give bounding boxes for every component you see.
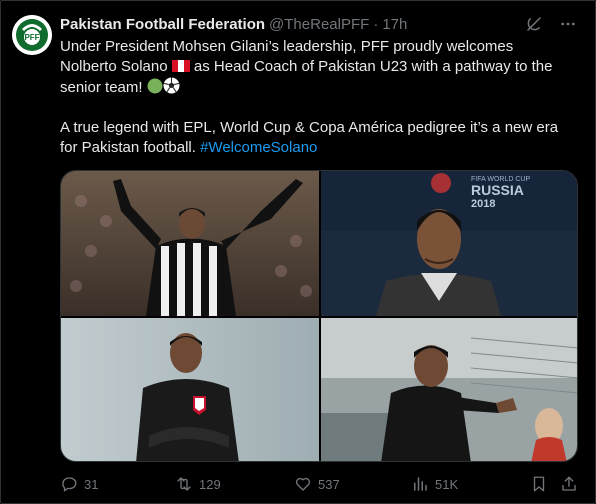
- views-count: 51K: [435, 476, 459, 492]
- photo-3-image: [61, 318, 319, 461]
- header-icons: [524, 14, 578, 34]
- photo-4-image: [321, 318, 577, 461]
- media-grid: FIFA WORLD CUP RUSSIA 2018: [60, 170, 578, 462]
- avatar-text: PFF: [24, 33, 39, 42]
- views-button[interactable]: 51K: [411, 475, 458, 493]
- photo-3[interactable]: [61, 318, 319, 461]
- heart-icon: [295, 477, 311, 491]
- tweet-header: Pakistan Football Federation @TheRealPFF…: [60, 14, 572, 34]
- text-line-5: for Pakistan football. #WelcomeSolano: [60, 139, 318, 156]
- reply-button[interactable]: 31: [60, 475, 98, 493]
- tweet-text: Under President Mohsen Gilani’s leadersh…: [60, 37, 580, 158]
- green-circle-icon: [147, 78, 163, 94]
- author-name[interactable]: Pakistan Football Federation: [60, 16, 265, 33]
- author-handle[interactable]: @TheRealPFF: [269, 16, 369, 33]
- like-button[interactable]: 537: [294, 475, 340, 493]
- bookmark-button[interactable]: [530, 475, 548, 493]
- banner-main-text: RUSSIA: [471, 182, 524, 198]
- share-button[interactable]: [560, 475, 578, 493]
- repost-icon: [177, 477, 191, 491]
- photo-2[interactable]: FIFA WORLD CUP RUSSIA 2018: [321, 171, 577, 316]
- repost-count: 129: [199, 476, 221, 492]
- share-icon: [562, 476, 576, 491]
- soccer-ball-icon: [163, 77, 180, 94]
- photo-1-image: [61, 171, 319, 316]
- tweet-time[interactable]: 17h: [382, 16, 407, 33]
- separator-dot: ·: [373, 15, 379, 33]
- photo-4[interactable]: [321, 318, 577, 461]
- more-options-icon[interactable]: [558, 14, 578, 34]
- bookmark-icon: [533, 476, 545, 492]
- hashtag-link[interactable]: #WelcomeSolano: [200, 139, 317, 156]
- text-line-2: Nolberto Solano as Head Coach of Pakista…: [60, 58, 553, 75]
- reply-icon: [62, 477, 77, 492]
- like-count: 537: [318, 476, 340, 492]
- text-line-4: A true legend with EPL, World Cup & Copa…: [60, 119, 559, 136]
- photo-1[interactable]: [61, 171, 319, 316]
- photo-2-image: FIFA WORLD CUP RUSSIA 2018: [321, 171, 577, 316]
- pff-logo-icon: PFF: [12, 15, 52, 55]
- text-line-1: Under President Mohsen Gilani’s leadersh…: [60, 38, 514, 55]
- views-chart-icon: [414, 477, 427, 491]
- text-line-3: senior team!: [60, 77, 580, 98]
- peru-flag-icon: [171, 60, 190, 72]
- banner-year-text: 2018: [471, 198, 495, 210]
- reply-count: 31: [84, 476, 99, 492]
- action-bar: 31 129 537 51K: [60, 472, 580, 496]
- repost-button[interactable]: 129: [175, 475, 221, 493]
- grok-icon[interactable]: [524, 14, 544, 34]
- avatar[interactable]: PFF: [12, 15, 52, 55]
